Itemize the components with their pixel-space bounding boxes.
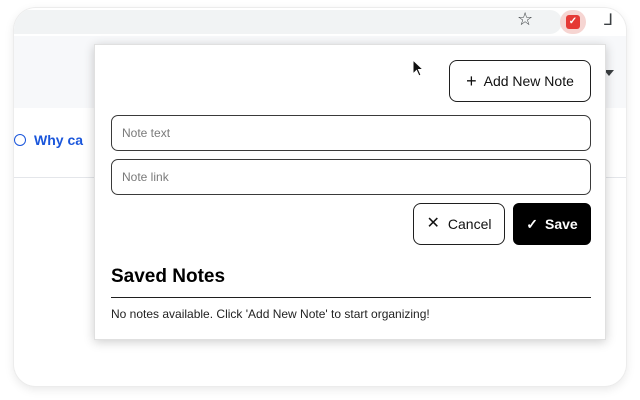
empty-notes-message: No notes available. Click 'Add New Note'…: [111, 307, 430, 321]
browser-window: ☆ ✓ ⅃ o Why ca + Add New Note ✕ Cancel ✓…: [14, 8, 626, 386]
divider: [111, 297, 591, 298]
why-link[interactable]: Why ca: [14, 132, 83, 148]
close-icon: ✕: [426, 215, 440, 232]
note-link-input[interactable]: [111, 159, 591, 195]
bookmark-star-icon[interactable]: ☆: [517, 9, 533, 31]
mouse-cursor-icon: [412, 59, 424, 77]
address-bar[interactable]: [14, 10, 562, 34]
saved-notes-title: Saved Notes: [111, 266, 226, 287]
extension-glyph: ✓: [566, 15, 580, 29]
plus-icon: +: [466, 71, 477, 91]
save-button[interactable]: ✓ Save: [513, 203, 591, 245]
check-icon: ✓: [526, 216, 539, 232]
notes-extension-icon[interactable]: ✓: [560, 10, 586, 34]
info-icon: [14, 134, 26, 146]
add-new-note-label: Add New Note: [483, 73, 574, 89]
notes-popup: + Add New Note ✕ Cancel ✓ Save Saved Not…: [94, 44, 606, 340]
browser-toolbar: ☆ ✓ ⅃: [14, 8, 626, 36]
why-link-label: Why ca: [34, 132, 84, 148]
profile-icon[interactable]: ⅃: [604, 10, 613, 29]
note-text-input[interactable]: [111, 115, 591, 151]
add-new-note-button[interactable]: + Add New Note: [449, 60, 591, 102]
cancel-button[interactable]: ✕ Cancel: [413, 203, 505, 245]
cancel-label: Cancel: [447, 216, 492, 232]
save-label: Save: [545, 216, 578, 232]
